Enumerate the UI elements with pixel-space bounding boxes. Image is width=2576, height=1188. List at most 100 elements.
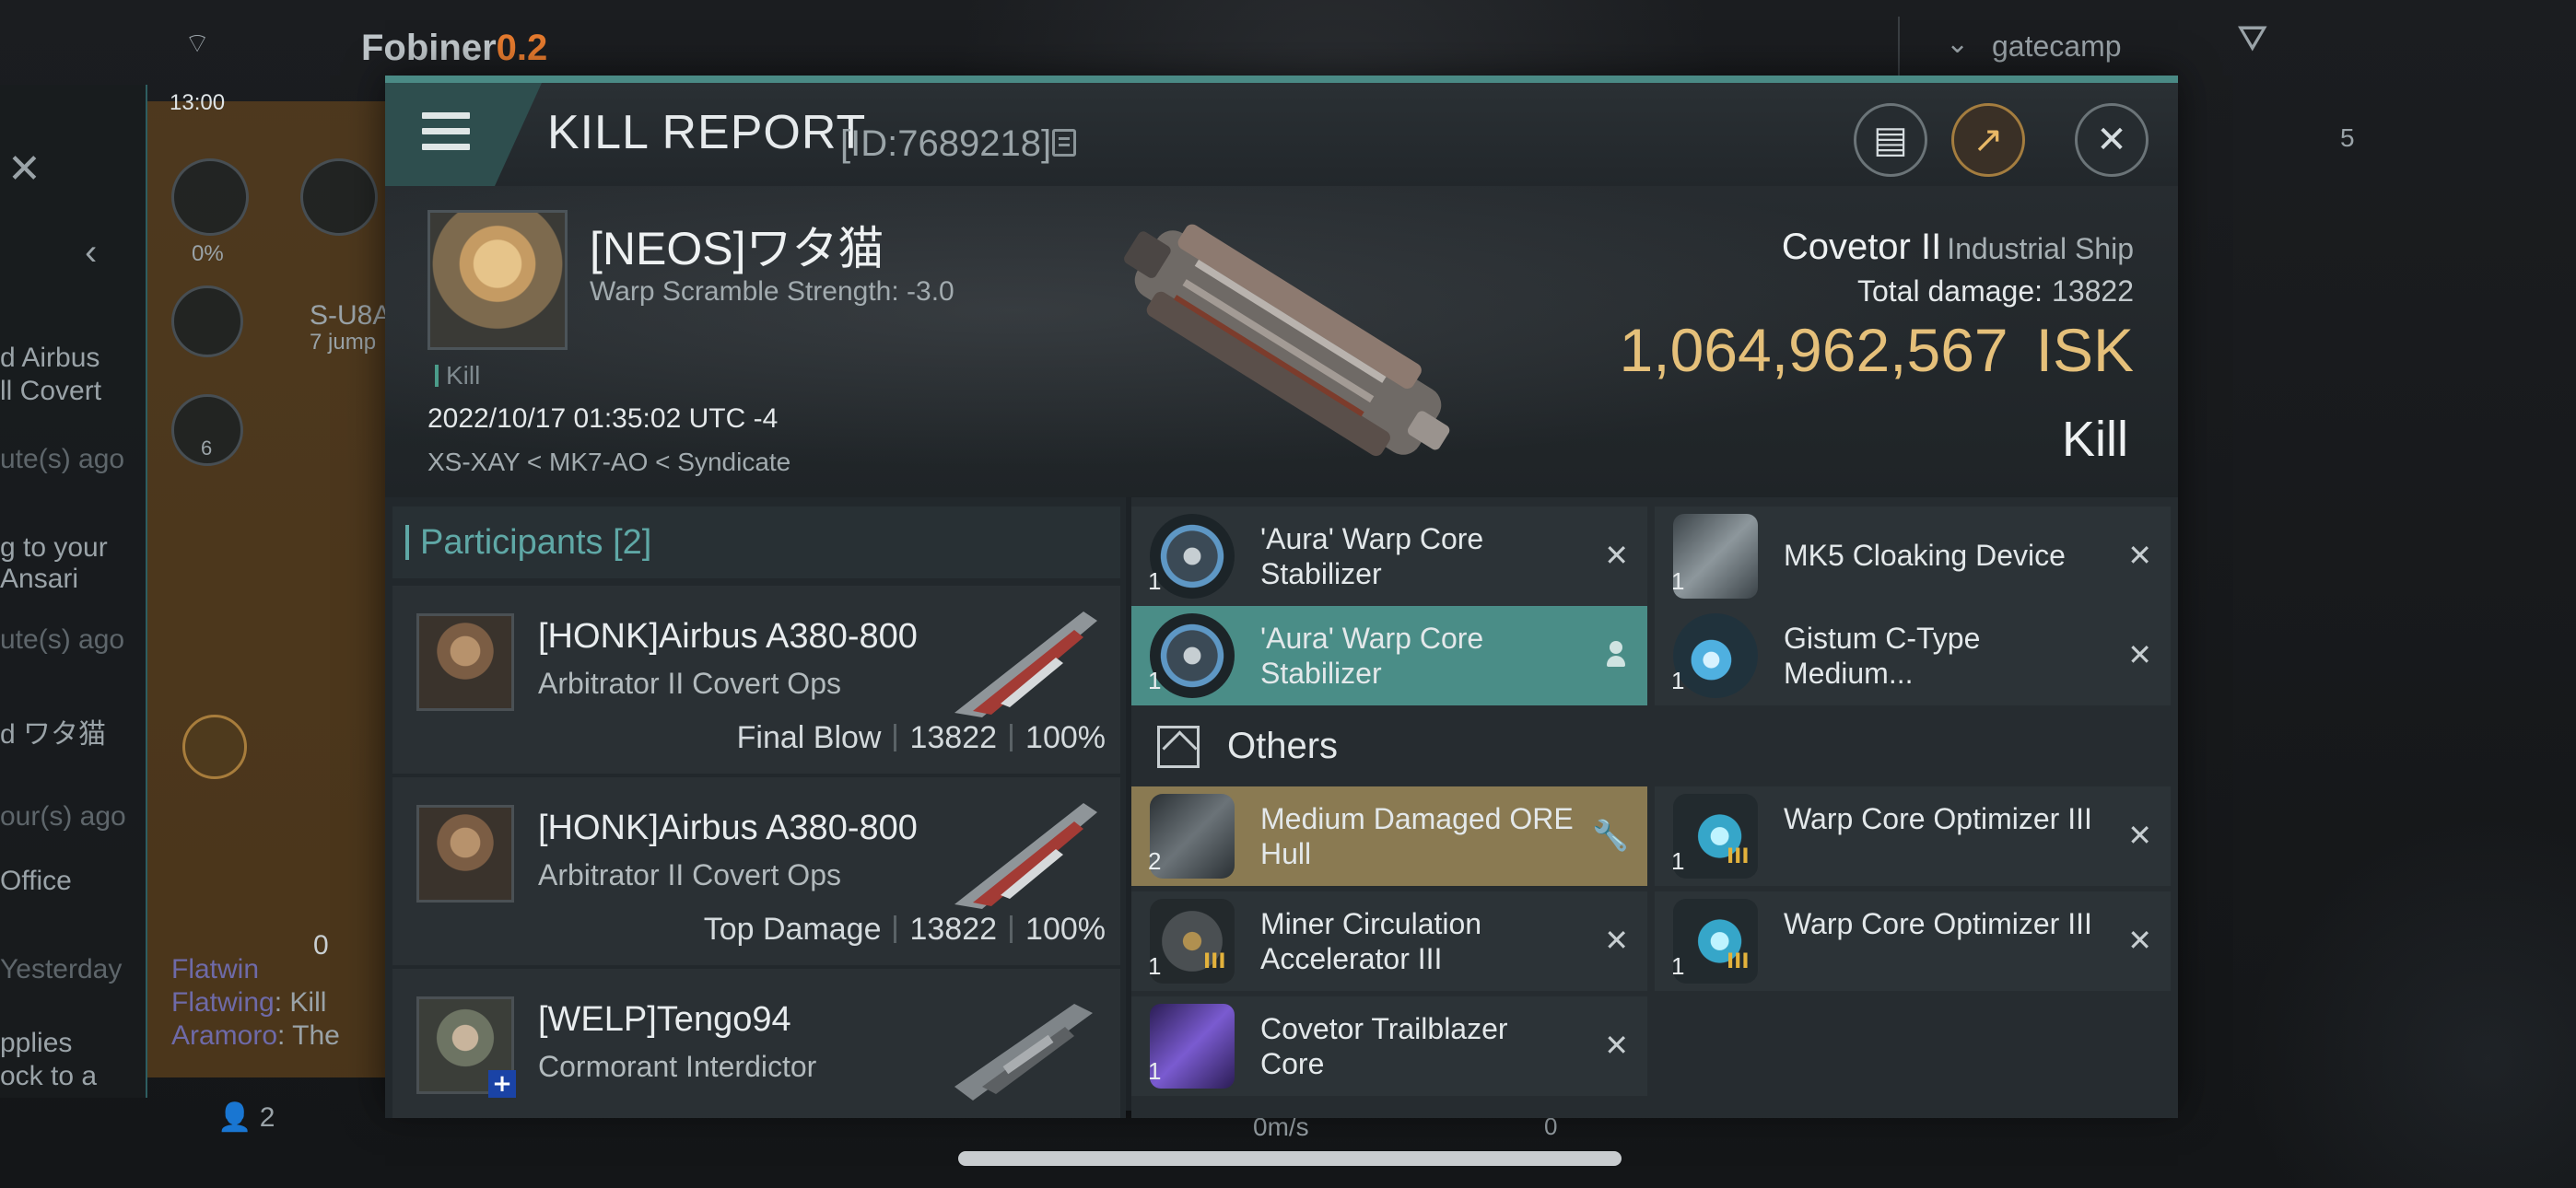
item-qty: 1 <box>1148 952 1162 980</box>
participant-row[interactable]: + [WELP]Tengo94 Cormorant Interdictor <box>392 969 1120 1118</box>
participant-row[interactable]: [HONK]Airbus A380-800 Arbitrator II Cove… <box>392 777 1120 965</box>
participant-ship-image <box>954 1004 1093 1101</box>
chat-preview-6: Office <box>0 866 72 896</box>
chat-preview-1: d Airbus <box>0 343 100 373</box>
victim-portrait[interactable] <box>427 210 568 350</box>
box-icon <box>1157 726 1200 768</box>
item-name: 'Aura' Warp Core Stabilizer <box>1260 622 1484 690</box>
item-row[interactable]: 1 III Warp Core Optimizer III ✕ <box>1655 891 2171 991</box>
person-icon[interactable] <box>1607 641 1625 669</box>
chat-preview-4: Ansari <box>0 564 79 594</box>
kill-tag: Kill <box>435 361 480 390</box>
menu-button[interactable] <box>385 83 542 186</box>
filter-icon[interactable]: ⛛ <box>2237 18 2268 60</box>
chat-preview-3: g to your <box>0 532 108 563</box>
target-button[interactable] <box>182 715 247 779</box>
victim-summary: [NEOS]ワタ猫 Warp Scramble Strength: -3.0 K… <box>385 186 2178 497</box>
item-name: MK5 Cloaking Device <box>1784 539 2066 572</box>
participant-damage: 13822 <box>909 912 998 947</box>
chat-preview-5: d ワタ猫 <box>0 719 107 750</box>
item-row[interactable]: 1 Gistum C-Type Medium... ✕ <box>1655 606 2171 705</box>
remove-icon[interactable]: ✕ <box>2127 818 2152 853</box>
copy-icon[interactable] <box>1052 129 1076 157</box>
progress-percent: 0% <box>192 241 224 266</box>
document-icon: ▤ <box>1873 119 1908 161</box>
close-icon: ✕ <box>2096 119 2127 161</box>
remove-icon[interactable]: ✕ <box>1604 923 1629 958</box>
chat-time-2: ute(s) ago <box>0 624 125 655</box>
participant-name: [HONK]Airbus A380-800 <box>538 617 918 656</box>
remove-icon[interactable]: ✕ <box>2127 637 2152 672</box>
chat-preview-8: ock to a <box>0 1061 98 1091</box>
item-row-highlighted[interactable]: 1 'Aura' Warp Core Stabilizer <box>1131 606 1647 705</box>
item-row[interactable]: 1 Covetor Trailblazer Core ✕ <box>1131 996 1647 1096</box>
cloaking-device-icon <box>1673 514 1758 599</box>
avatar[interactable] <box>416 805 514 903</box>
people-count[interactable]: 👤 2 <box>217 1101 275 1134</box>
pilot-name[interactable]: Fobiner0.2 <box>361 28 547 69</box>
wrench-icon[interactable]: 🔧 <box>1592 818 1629 853</box>
item-qty: 1 <box>1671 667 1685 694</box>
victim-ship-name[interactable]: Covetor II Industrial Ship <box>1782 227 2134 268</box>
add-contact-icon[interactable]: + <box>488 1070 516 1098</box>
clock: 13:00 <box>170 90 226 115</box>
remove-icon[interactable]: ✕ <box>2127 538 2152 573</box>
chat-time-3: our(s) ago <box>0 801 126 832</box>
item-row[interactable]: 1 III Miner Circulation Accelerator III … <box>1131 891 1647 991</box>
chat-time-1: ute(s) ago <box>0 444 125 474</box>
chat-line-2: Aramoro: The <box>171 1020 340 1051</box>
share-button[interactable]: ↗ <box>1951 103 2025 177</box>
participant-damage: 13822 <box>909 720 998 755</box>
item-row-highlighted[interactable]: 2 Medium Damaged ORE Hull 🔧 <box>1131 786 1647 886</box>
warp-scramble-strength: Warp Scramble Strength: -3.0 <box>590 276 954 307</box>
item-row[interactable]: 1 'Aura' Warp Core Stabilizer ✕ <box>1131 507 1647 606</box>
participant-percent: 100% <box>1025 912 1106 947</box>
home-indicator <box>958 1151 1622 1166</box>
remove-icon[interactable]: ✕ <box>2127 923 2152 958</box>
route-jumps: 7 jump <box>310 330 377 355</box>
participant-ship-image <box>954 611 1097 717</box>
participant-name: [HONK]Airbus A380-800 <box>538 809 918 847</box>
participant-name: [WELP]Tengo94 <box>538 1000 791 1039</box>
remove-icon[interactable]: ✕ <box>1604 538 1629 573</box>
participant-ship: Arbitrator II Covert Ops <box>538 667 841 700</box>
item-row[interactable]: 1 MK5 Cloaking Device ✕ <box>1655 507 2171 606</box>
victim-ship-image[interactable] <box>1085 195 1491 490</box>
chevron-left-icon[interactable]: ‹ <box>85 232 97 274</box>
item-qty: 2 <box>1148 847 1162 875</box>
participant-row[interactable]: [HONK]Airbus A380-800 Arbitrator II Cove… <box>392 586 1120 774</box>
report-id: [ID:7689218] <box>840 123 1052 164</box>
chevron-down-icon[interactable]: ⌄ <box>1946 28 1969 60</box>
item-qty: 1 <box>1148 1057 1162 1085</box>
chat-preview-7: pplies <box>0 1028 73 1058</box>
item-qty: 1 <box>1671 952 1685 980</box>
layers-button[interactable] <box>171 158 249 236</box>
filter-bar[interactable]: ⌄ gatecamp <box>1898 17 2395 76</box>
isk-value: 1,064,962,567 ISK <box>1619 316 2134 384</box>
chat-line-1: Flatwing: Kill <box>171 987 327 1018</box>
wifi-icon: ⌔ <box>184 29 211 59</box>
close-icon[interactable]: ✕ <box>7 146 41 192</box>
channel-count: 0 <box>313 930 329 961</box>
overview-count: 5 <box>2340 123 2355 152</box>
item-row[interactable]: 1 III Warp Core Optimizer III ✕ <box>1655 786 2171 886</box>
route-system[interactable]: S-U8A <box>310 300 391 332</box>
avatar[interactable] <box>416 613 514 711</box>
participant-percent: 100% <box>1025 720 1106 755</box>
filter-value[interactable]: gatecamp <box>1992 29 2122 64</box>
remove-icon[interactable]: ✕ <box>1604 1028 1629 1063</box>
document-button[interactable]: ▤ <box>1854 103 1927 177</box>
kill-location[interactable]: XS-XAY < MK7-AO < Syndicate <box>427 448 790 477</box>
kill-report-panel: KILL REPORT [ID:7689218] ▤ ↗ ✕ [NEOS]ワタ猫… <box>385 76 2178 1118</box>
fleet-number: 6 <box>201 437 213 460</box>
close-button[interactable]: ✕ <box>2075 103 2149 177</box>
laser-icon <box>1673 613 1758 698</box>
victim-name[interactable]: [NEOS]ワタ猫 <box>590 212 884 278</box>
chat-line-0: Flatwin <box>171 954 260 984</box>
item-name: Gistum C-Type Medium... <box>1784 622 1981 690</box>
participant-role: Top Damage <box>703 912 882 947</box>
item-qty: 1 <box>1671 847 1685 875</box>
participant-ship: Arbitrator II Covert Ops <box>538 858 841 891</box>
autopilot-button[interactable] <box>300 158 378 236</box>
pause-button[interactable] <box>171 285 243 357</box>
